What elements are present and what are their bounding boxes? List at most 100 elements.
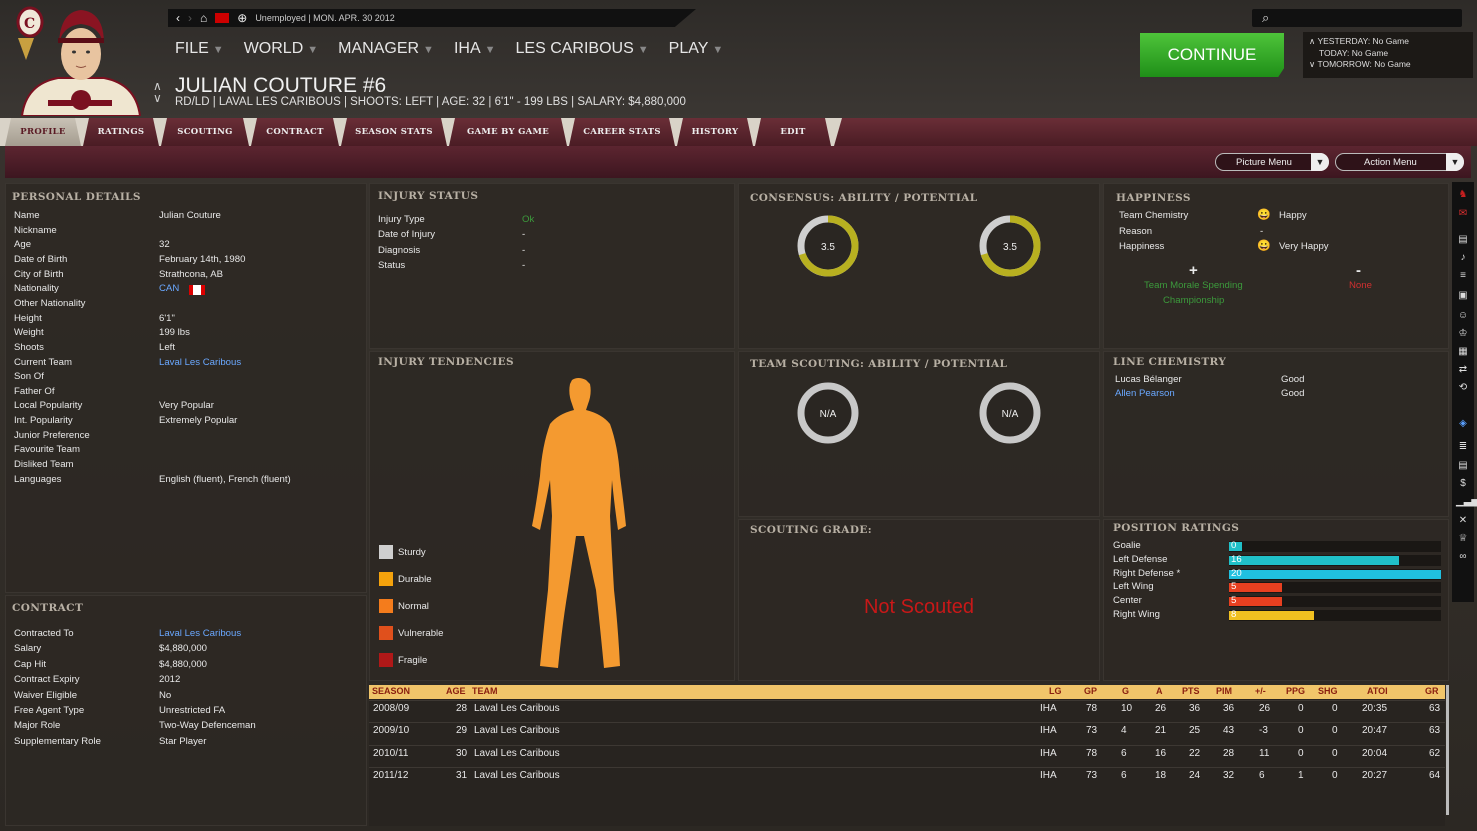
stats-icon[interactable]: ▁▃▅ (1456, 496, 1477, 508)
tab-ratings[interactable]: RATINGS (83, 118, 159, 146)
menu-manager[interactable]: MANAGER ▼ (338, 40, 434, 58)
tab-season-stats[interactable]: SEASON STATS (341, 118, 447, 146)
table-cell: 64 (1429, 769, 1441, 781)
column-header[interactable]: ATOI (1367, 686, 1388, 696)
tab-career-stats[interactable]: CAREER STATS (569, 118, 675, 146)
schedule-list-icon[interactable]: ≣ (1456, 441, 1470, 453)
column-header[interactable]: +/- (1255, 686, 1266, 696)
consensus-potential-ring: 3.5 (979, 215, 1041, 277)
personal-field-label: Son Of (14, 371, 44, 383)
table-cell: 0 (1298, 725, 1304, 737)
column-header[interactable]: GR (1425, 686, 1439, 696)
menu-iha[interactable]: IHA ▼ (454, 40, 496, 58)
happiness-panel (1103, 183, 1449, 349)
injury-field-value: - (522, 244, 526, 256)
contract-field-value: Unrestricted FA (159, 705, 226, 716)
table-cell[interactable]: Laval Les Caribous (474, 770, 560, 781)
sticks-icon[interactable]: ✕ (1456, 515, 1470, 527)
column-header[interactable]: PIM (1216, 686, 1232, 696)
position-ratings-title: POSITION RATINGS (1113, 522, 1240, 534)
table-cell: 1 (1298, 769, 1304, 781)
player-nav-arrows[interactable]: ∧ ∨ (153, 80, 162, 104)
player-avatar: C (8, 4, 148, 117)
league-logo-icon[interactable]: ◈ (1456, 418, 1470, 430)
inbox-flag-icon[interactable] (215, 13, 230, 23)
continue-button[interactable]: CONTINUE (1140, 33, 1284, 77)
menu-play[interactable]: PLAY ▼ (669, 40, 724, 58)
home-icon[interactable]: ⌂ (200, 11, 207, 25)
table-cell: 16 (1155, 747, 1167, 759)
table-cell[interactable]: Laval Les Caribous (474, 703, 560, 714)
chevron-down-icon: ▼ (484, 44, 496, 56)
binoculars-icon[interactable]: ∞ (1456, 551, 1470, 563)
team-scouting-panel (738, 351, 1100, 517)
column-header[interactable]: A (1156, 686, 1163, 696)
contract-field-value: Two-Way Defenceman (159, 720, 256, 732)
personal-details-panel (5, 183, 367, 593)
finance-icon[interactable]: $ (1456, 478, 1470, 490)
back-icon[interactable]: ‹ (176, 11, 180, 25)
player-icon[interactable]: ♞ (1456, 189, 1470, 201)
position-value: 5 (1231, 595, 1237, 607)
mail-icon[interactable]: ✉ (1456, 208, 1470, 220)
column-header[interactable]: LG (1049, 686, 1062, 696)
action-menu-button[interactable]: Action Menu ▼ (1335, 153, 1464, 171)
transfer-icon[interactable]: ⇄ (1456, 364, 1470, 376)
chemistry-player-1[interactable]: Lucas Bélanger (1115, 374, 1182, 385)
column-header[interactable]: AGE (446, 686, 466, 696)
menu-world[interactable]: WORLD ▼ (244, 40, 318, 58)
table-cell[interactable]: IHA (1040, 748, 1057, 759)
tab-edit[interactable]: EDIT (755, 118, 831, 146)
tab-game-by-game[interactable]: GAME BY GAME (449, 118, 567, 146)
menu-les-caribous[interactable]: LES CARIBOUS ▼ (516, 40, 649, 58)
down-arrow-icon[interactable]: ∨ (153, 92, 162, 104)
globe-icon[interactable]: ⊕ (237, 11, 247, 25)
forward-icon[interactable]: › (188, 11, 192, 25)
exchange-icon[interactable]: ⟲ (1456, 382, 1470, 394)
table-cell: 20:27 (1362, 769, 1388, 781)
chemistry-player-2[interactable]: Allen Pearson (1115, 388, 1175, 399)
picture-menu-button[interactable]: Picture Menu ▼ (1215, 153, 1329, 171)
personal-field-value[interactable]: CAN (159, 283, 179, 294)
rating-bar-fill (1229, 583, 1282, 593)
column-header[interactable]: GP (1084, 686, 1097, 696)
award-icon[interactable]: ♕ (1456, 533, 1470, 545)
trophy-icon[interactable]: ♔ (1456, 328, 1470, 340)
column-header[interactable]: PTS (1182, 686, 1200, 696)
column-header[interactable]: SHG (1318, 686, 1338, 696)
column-header[interactable]: G (1122, 686, 1129, 696)
standings-icon[interactable]: ▤ (1456, 460, 1470, 472)
tab-history[interactable]: HISTORY (677, 118, 753, 146)
rink-icon[interactable]: ▣ (1456, 290, 1470, 302)
personal-field-label: Current Team (14, 356, 72, 368)
notes-icon[interactable]: ▦ (1456, 346, 1470, 358)
schedule-box: ∧ YESTERDAY: No Game TODAY: No Game ∨ TO… (1303, 32, 1473, 78)
column-header[interactable]: PPG (1286, 686, 1305, 696)
table-cell[interactable]: IHA (1040, 770, 1057, 781)
table-cell[interactable]: IHA (1040, 725, 1057, 736)
table-cell: 43 (1223, 725, 1235, 737)
table-cell: 28 (1223, 747, 1235, 759)
tab-scouting[interactable]: SCOUTING (161, 118, 249, 146)
table-cell: 20:35 (1362, 703, 1388, 714)
personal-field-label: Father Of (14, 385, 55, 397)
search-icon[interactable]: ⌕ (1262, 10, 1269, 26)
table-cell[interactable]: Laval Les Caribous (474, 725, 560, 736)
people-icon[interactable]: ☺ (1456, 310, 1470, 322)
whistle-icon[interactable]: ♪ (1456, 252, 1470, 264)
clipboard-icon[interactable]: ▤ (1456, 234, 1470, 246)
table-scrollbar[interactable] (1446, 685, 1449, 815)
search-input[interactable]: ⌕ (1252, 9, 1462, 27)
personal-field-value[interactable]: Laval Les Caribous (159, 357, 241, 368)
happiness-label-reason: Reason (1119, 226, 1153, 237)
column-header[interactable]: TEAM (472, 686, 498, 696)
tab-contract[interactable]: CONTRACT (251, 118, 339, 146)
contract-field-value[interactable]: Laval Les Caribous (159, 628, 241, 639)
table-cell[interactable]: Laval Les Caribous (474, 748, 560, 759)
menu-file[interactable]: FILE ▼ (175, 40, 224, 58)
list-icon[interactable]: ≡ (1456, 270, 1470, 282)
table-cell[interactable]: IHA (1040, 703, 1057, 714)
column-header[interactable]: SEASON (372, 686, 410, 696)
tab-profile[interactable]: PROFILE (5, 118, 81, 146)
table-cell: 4 (1121, 725, 1127, 737)
